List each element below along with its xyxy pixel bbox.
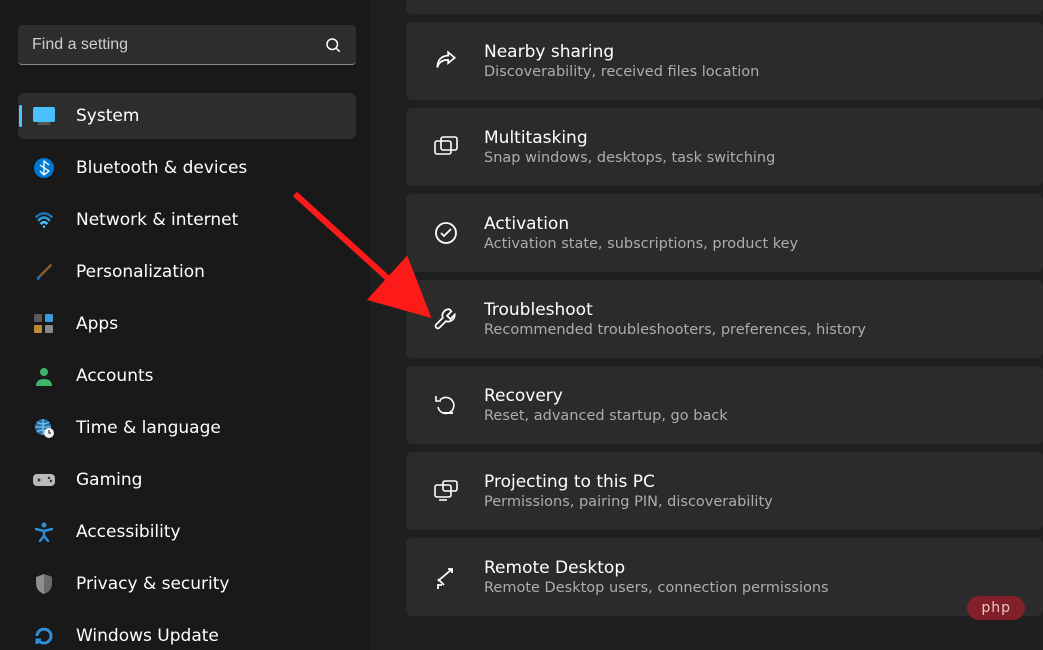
person-icon [32, 364, 56, 388]
settings-main-panel: Nearby sharing Discoverability, received… [370, 0, 1043, 650]
sidebar-item-network[interactable]: Network & internet [18, 197, 356, 243]
sidebar-item-accounts[interactable]: Accounts [18, 353, 356, 399]
card-title: Recovery [484, 386, 728, 406]
wrench-icon [430, 303, 462, 335]
globe-clock-icon [32, 416, 56, 440]
sidebar-item-label: Windows Update [76, 626, 219, 646]
card-remote-desktop[interactable]: Remote Desktop Remote Desktop users, con… [406, 538, 1043, 616]
card-nearby-sharing[interactable]: Nearby sharing Discoverability, received… [406, 22, 1043, 100]
card-troubleshoot[interactable]: Troubleshoot Recommended troubleshooters… [406, 280, 1043, 358]
card-subtitle: Discoverability, received files location [484, 64, 759, 80]
card-title: Remote Desktop [484, 558, 829, 578]
sidebar-item-apps[interactable]: Apps [18, 301, 356, 347]
card-activation[interactable]: Activation Activation state, subscriptio… [406, 194, 1043, 272]
card-subtitle: Snap windows, desktops, task switching [484, 150, 775, 166]
shield-icon [32, 572, 56, 596]
sidebar-item-label: Privacy & security [76, 574, 230, 594]
sidebar-item-label: Personalization [76, 262, 205, 282]
sidebar-item-privacy[interactable]: Privacy & security [18, 561, 356, 607]
search-icon [324, 36, 342, 54]
card-subtitle: Permissions, pairing PIN, discoverabilit… [484, 494, 773, 510]
card-subtitle: Remote Desktop users, connection permiss… [484, 580, 829, 596]
sidebar-item-label: Accounts [76, 366, 154, 386]
card-subtitle: Activation state, subscriptions, product… [484, 236, 798, 252]
paintbrush-icon [32, 260, 56, 284]
search-input[interactable] [32, 36, 324, 54]
update-icon [32, 624, 56, 648]
sidebar-item-label: Gaming [76, 470, 142, 490]
accessibility-icon [32, 520, 56, 544]
sidebar-item-windows-update[interactable]: Windows Update [18, 613, 356, 650]
bluetooth-icon [32, 156, 56, 180]
sidebar-nav: System Bluetooth & devices Network & int… [18, 93, 356, 650]
sidebar-item-bluetooth[interactable]: Bluetooth & devices [18, 145, 356, 191]
sidebar-item-time-language[interactable]: Time & language [18, 405, 356, 451]
card-recovery[interactable]: Recovery Reset, advanced startup, go bac… [406, 366, 1043, 444]
apps-icon [32, 312, 56, 336]
settings-sidebar: System Bluetooth & devices Network & int… [0, 0, 370, 650]
recovery-icon [430, 389, 462, 421]
remote-desktop-icon [430, 561, 462, 593]
card-title: Activation [484, 214, 798, 234]
sidebar-item-label: System [76, 106, 139, 126]
card-title: Projecting to this PC [484, 472, 773, 492]
card-subtitle: Recommended troubleshooters, preferences… [484, 322, 866, 338]
sidebar-item-label: Time & language [76, 418, 221, 438]
sidebar-item-label: Accessibility [76, 522, 181, 542]
system-icon [32, 104, 56, 128]
card-partial-top[interactable] [406, 0, 1043, 14]
sidebar-item-personalization[interactable]: Personalization [18, 249, 356, 295]
gamepad-icon [32, 468, 56, 492]
multitask-icon [430, 131, 462, 163]
wifi-icon [32, 208, 56, 232]
card-subtitle: Reset, advanced startup, go back [484, 408, 728, 424]
watermark-badge: php [967, 596, 1025, 620]
projecting-icon [430, 475, 462, 507]
sidebar-item-label: Apps [76, 314, 118, 334]
settings-search[interactable] [18, 25, 356, 65]
share-icon [430, 45, 462, 77]
card-title: Nearby sharing [484, 42, 759, 62]
card-title: Troubleshoot [484, 300, 866, 320]
card-multitasking[interactable]: Multitasking Snap windows, desktops, tas… [406, 108, 1043, 186]
sidebar-item-label: Bluetooth & devices [76, 158, 247, 178]
card-projecting[interactable]: Projecting to this PC Permissions, pairi… [406, 452, 1043, 530]
sidebar-item-accessibility[interactable]: Accessibility [18, 509, 356, 555]
sidebar-item-gaming[interactable]: Gaming [18, 457, 356, 503]
sidebar-item-label: Network & internet [76, 210, 238, 230]
sidebar-item-system[interactable]: System [18, 93, 356, 139]
card-title: Multitasking [484, 128, 775, 148]
checkmark-circle-icon [430, 217, 462, 249]
